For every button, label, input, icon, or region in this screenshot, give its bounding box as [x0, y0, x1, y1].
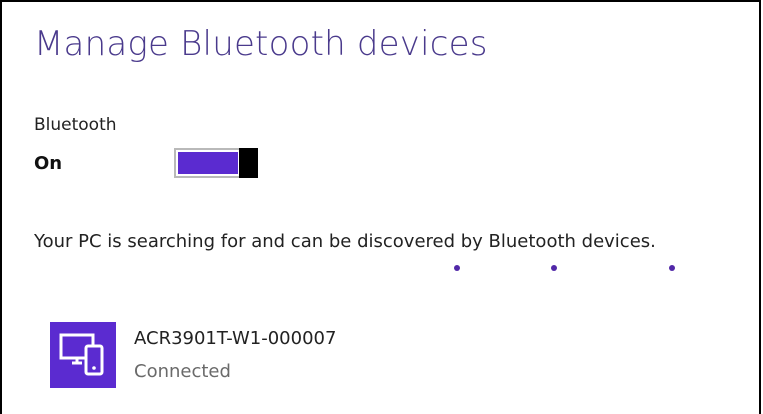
device-name: ACR3901T-W1-000007 [134, 328, 337, 349]
bluetooth-state-label: On [34, 153, 63, 174]
progress-dot [454, 265, 460, 271]
pc-phone-icon [59, 333, 104, 376]
toggle-thumb[interactable] [239, 148, 258, 178]
device-item[interactable]: ACR3901T-W1-000007 Connected [50, 322, 470, 388]
search-status-text: Your PC is searching for and can be disc… [34, 231, 656, 252]
bluetooth-toggle[interactable] [174, 148, 258, 178]
bluetooth-label: Bluetooth [34, 115, 117, 135]
device-tile [50, 322, 116, 388]
progress-dot [669, 265, 675, 271]
progress-dot [551, 265, 557, 271]
toggle-track-fill [178, 152, 238, 174]
device-status: Connected [134, 361, 231, 382]
settings-panel: Manage Bluetooth devices Bluetooth On Yo… [0, 0, 761, 414]
page-title: Manage Bluetooth devices [34, 24, 488, 64]
